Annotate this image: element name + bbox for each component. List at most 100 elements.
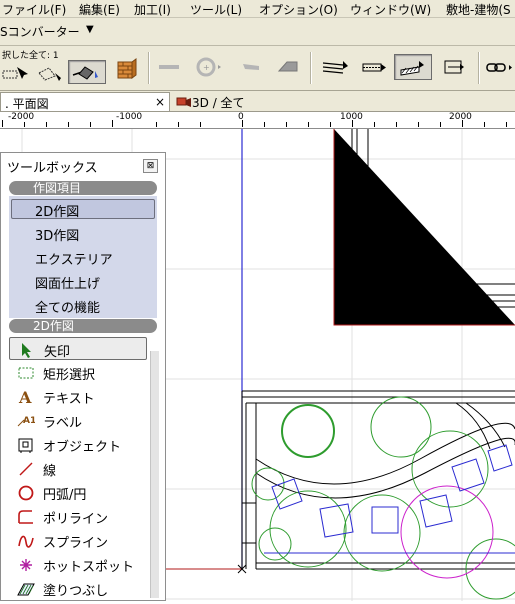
menu-process[interactable]: 加工(I)	[134, 1, 171, 18]
tool-label: スプライン	[43, 536, 109, 551]
toolbox-palette: ツールボックス ⊠ 作図項目 2D作図 3D作図 エクステリア 図面仕上げ 全て…	[0, 152, 166, 601]
wall-ref-inside-button[interactable]	[394, 54, 432, 80]
wall-offset-button[interactable]	[438, 54, 472, 80]
category-document-finish[interactable]: 図面仕上げ	[35, 273, 100, 292]
curved-wall-icon: +	[196, 57, 221, 77]
wall-ref-center-button[interactable]	[356, 54, 390, 80]
tool-arrow[interactable]: 矢印	[9, 337, 147, 360]
wall-ref-outside-button[interactable]	[318, 54, 352, 80]
label-icon: A1	[17, 416, 35, 427]
close-icon[interactable]: ×	[155, 95, 165, 109]
tool-label: ホットスポット	[43, 560, 135, 575]
wall-ref-inside-icon	[400, 61, 424, 76]
marquee-button[interactable]	[34, 62, 64, 84]
toolbox-scrollbar[interactable]	[150, 351, 159, 598]
tab-floor-plan[interactable]: . 平面図 ×	[0, 92, 170, 111]
arrow-select-button[interactable]	[0, 62, 30, 84]
section-header-label: 2D作図	[33, 319, 74, 333]
poly-wall-button[interactable]	[272, 54, 302, 80]
tab-3d-all[interactable]: 3D / 全て	[174, 92, 294, 111]
horizontal-ruler: -2000 -1000 0 1000 2000	[0, 112, 515, 129]
polyline-icon	[18, 510, 33, 524]
tool-spline[interactable]: スプライン	[9, 529, 147, 552]
chevron-down-icon[interactable]: ▼	[86, 24, 94, 35]
straight-wall-icon	[159, 65, 179, 69]
trapezoid-wall-icon	[243, 64, 259, 70]
category-all-functions[interactable]: 全ての機能	[35, 297, 100, 316]
toolbar-separator	[310, 52, 312, 84]
brick-icon	[117, 58, 137, 79]
menu-bar: ファイル(F) 編集(E) 加工(I) ツール(L) オプション(O) ウィンド…	[0, 0, 515, 18]
paint-select-icon	[72, 66, 98, 80]
text-icon: A	[18, 388, 32, 406]
category-exterior[interactable]: エクステリア	[35, 249, 113, 268]
tool-object[interactable]: オブジェクト	[9, 433, 147, 456]
fill-select-button[interactable]	[68, 60, 106, 84]
tool-text[interactable]: A テキスト	[9, 385, 147, 408]
category-header[interactable]: 作図項目	[9, 181, 157, 195]
toolbar: 択した全て: 1 +	[0, 46, 515, 91]
selection-caption: 択した全て: 1	[2, 51, 59, 61]
line-icon	[19, 462, 33, 476]
svg-text:+: +	[203, 63, 210, 72]
wall-ref-center-icon	[362, 63, 386, 72]
chain-button[interactable]	[482, 54, 515, 80]
menu-options[interactable]: オプション(O)	[259, 1, 338, 18]
curved-wall-button[interactable]: +	[190, 54, 226, 80]
menu-tools[interactable]: ツール(L)	[190, 1, 242, 18]
svg-text:A: A	[18, 388, 32, 406]
tool-label: ポリライン	[43, 512, 109, 527]
tool-label: 矩形選択	[43, 368, 96, 383]
wall-offset-icon	[444, 60, 464, 74]
menu-edit[interactable]: 編集(E)	[79, 1, 120, 18]
marquee-icon	[18, 367, 34, 379]
spline-icon	[18, 535, 34, 548]
tool-marquee[interactable]: 矩形選択	[9, 361, 147, 384]
ruler-label: -1000	[116, 112, 143, 122]
ruler-label: 2000	[449, 112, 472, 122]
menu-window[interactable]: ウィンドウ(W)	[350, 1, 431, 18]
converter-label[interactable]: Sコンバーター	[0, 23, 80, 40]
menu-file[interactable]: ファイル(F)	[2, 1, 66, 18]
tool-label: テキスト	[43, 392, 95, 407]
camera-icon	[176, 97, 191, 107]
tool-label: 矢印	[44, 345, 71, 360]
hotspot-icon	[20, 559, 32, 571]
trapezoid-wall-button[interactable]	[236, 54, 266, 80]
close-icon[interactable]: ⊠	[143, 159, 158, 173]
brick-button[interactable]	[110, 56, 140, 84]
ruler-label: -2000	[8, 112, 35, 122]
tool-label: オブジェクト	[43, 440, 122, 455]
chain-icon	[486, 63, 512, 72]
tab-floor-plan-label: . 平面図	[5, 97, 49, 111]
toolbar-separator	[148, 52, 150, 84]
tab-3d-label: 3D / 全て	[192, 96, 245, 110]
tool-label: 円弧/円	[43, 488, 87, 503]
selected-category-highlight	[11, 199, 155, 219]
tool-polyline[interactable]: ポリライン	[9, 505, 147, 528]
straight-wall-button[interactable]	[154, 54, 184, 80]
tool-label[interactable]: A1 ラベル	[9, 409, 147, 432]
toolbar-separator	[478, 52, 480, 84]
category-2d[interactable]: 2D作図	[35, 201, 79, 220]
section-header-2d[interactable]: 2D作図	[9, 319, 157, 333]
tool-label: ラベル	[43, 416, 83, 431]
category-3d[interactable]: 3D作図	[35, 225, 79, 244]
marquee-icon	[38, 67, 61, 81]
arrow-icon	[22, 343, 31, 358]
tool-line[interactable]: 線	[9, 457, 147, 480]
tool-hotspot[interactable]: ホットスポット	[9, 553, 147, 576]
view-tab-bar: . 平面図 × 3D / 全て	[0, 91, 515, 112]
category-header-label: 作図項目	[33, 181, 82, 195]
poly-wall-icon	[277, 61, 298, 72]
toolbox-title: ツールボックス	[7, 161, 98, 176]
arrow-select-icon	[2, 67, 28, 79]
tool-label: 線	[43, 464, 57, 479]
tool-label: 塗りつぶし	[43, 584, 109, 599]
tool-arc-circle[interactable]: 円弧/円	[9, 481, 147, 504]
fill-icon	[17, 583, 35, 596]
menu-site-building[interactable]: 敷地-建物(S	[446, 1, 511, 18]
wall-ref-outside-icon	[322, 61, 348, 74]
tool-fill[interactable]: 塗りつぶし	[9, 577, 147, 600]
converter-bar: Sコンバーター ▼	[0, 18, 515, 46]
